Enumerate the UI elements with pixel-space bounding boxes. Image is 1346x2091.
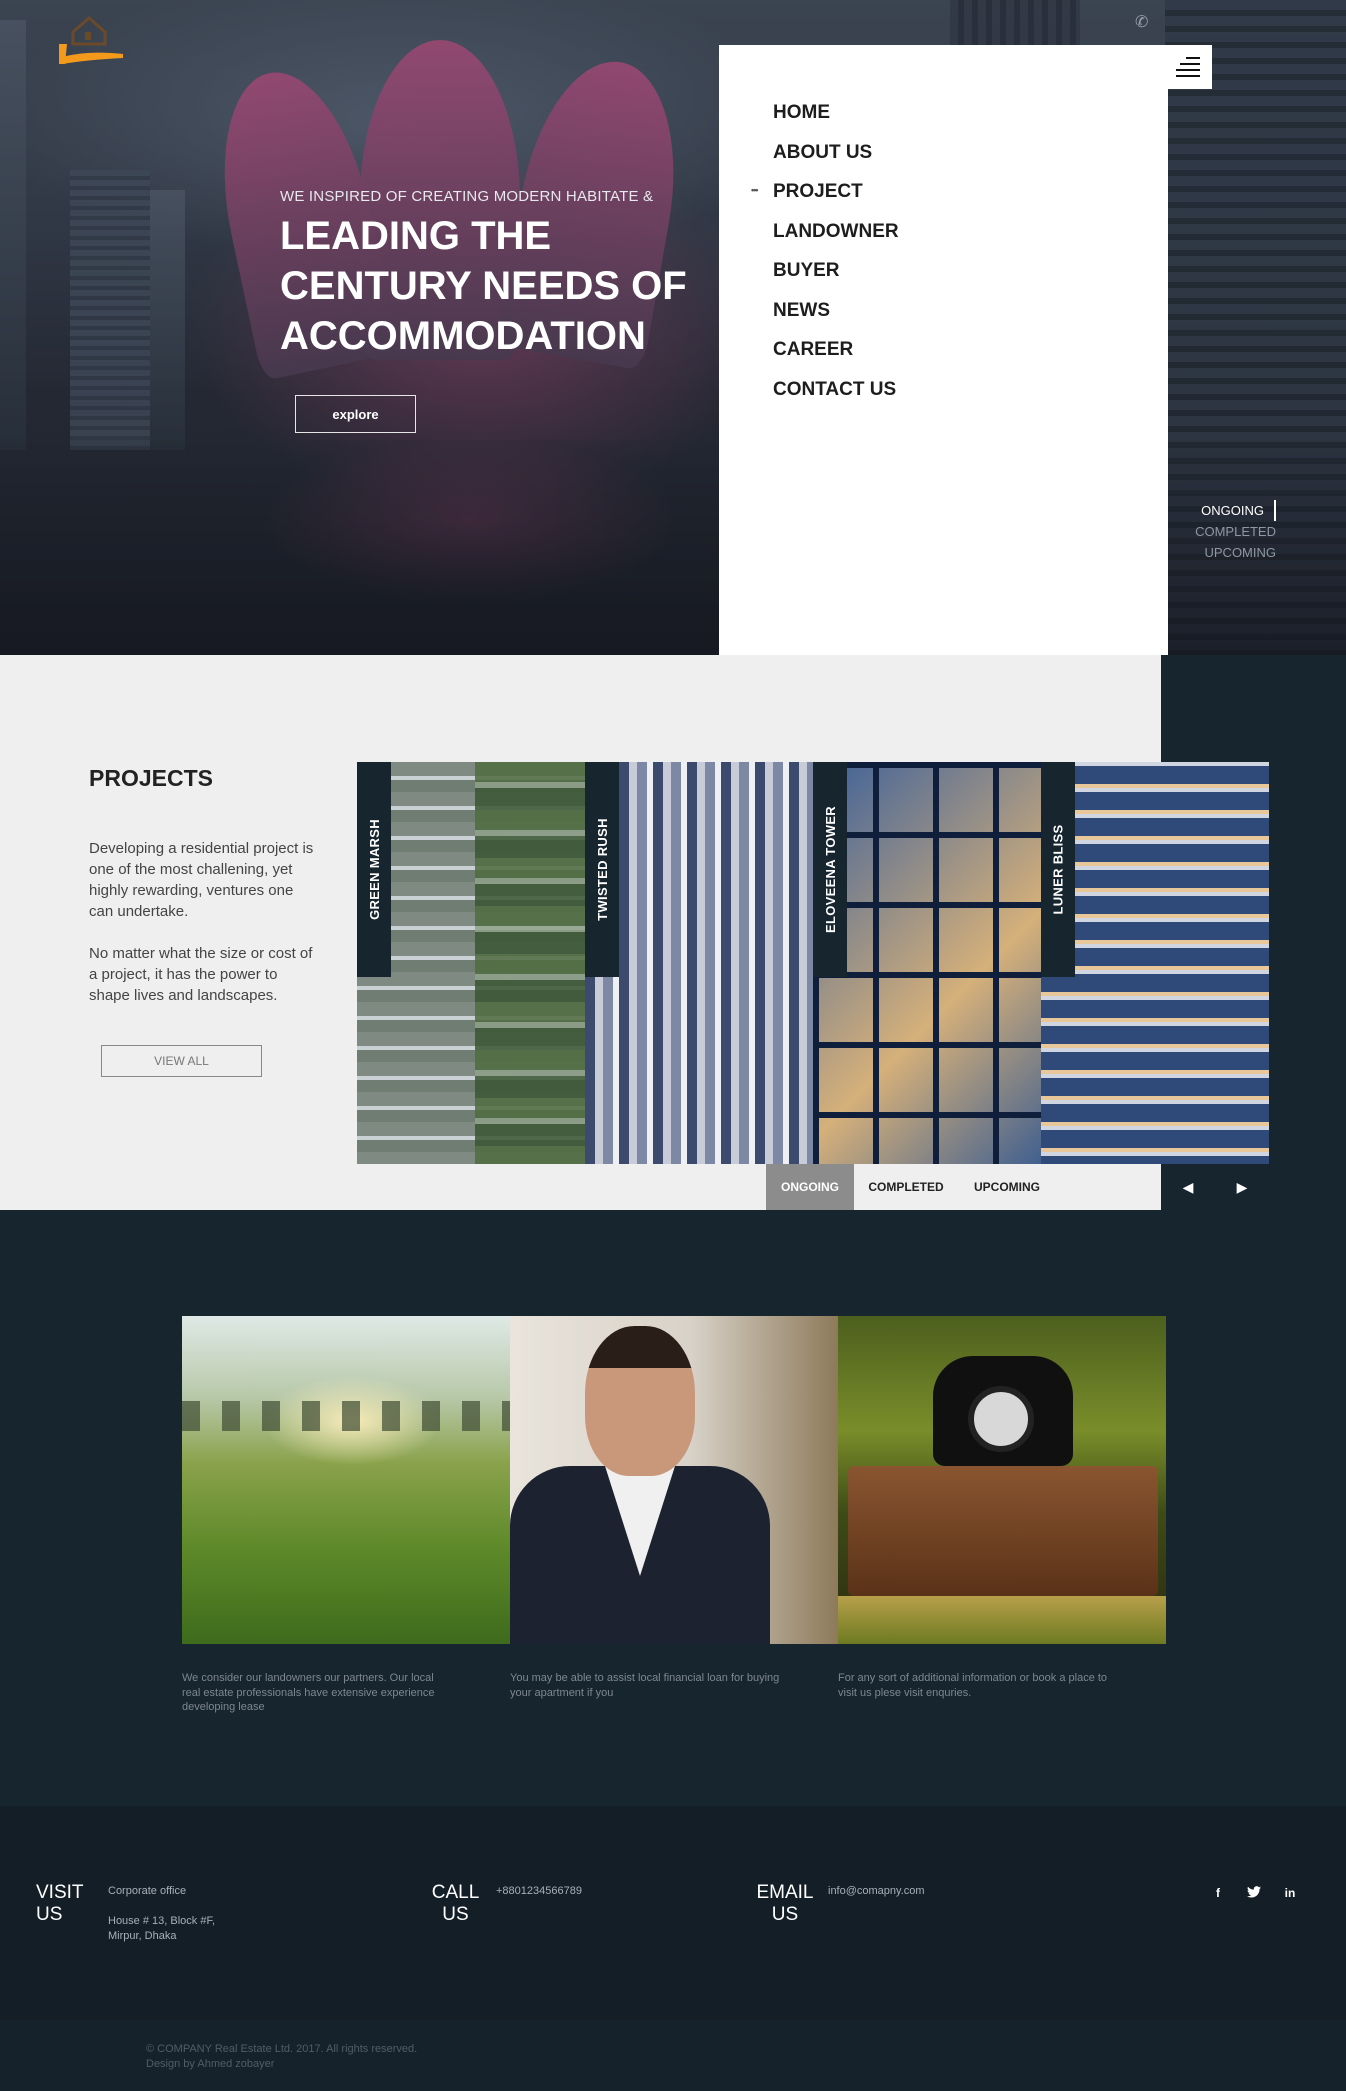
hero-title: LEADING THE CENTURY NEEDS OF ACCOMMODATI… [280, 214, 687, 358]
menu-toggle-icon[interactable] [1168, 45, 1212, 89]
project-tag: TWISTED RUSH [585, 762, 619, 977]
landowner-text: We consider our landowners our partners.… [182, 1672, 435, 1713]
menu-line [1176, 69, 1200, 71]
status-upcoming[interactable]: UPCOMING [1195, 542, 1277, 563]
nav-item-buyer[interactable]: BUYER [773, 251, 899, 291]
twitter-icon[interactable] [1244, 1886, 1264, 1901]
status-ongoing[interactable]: ONGOING [1195, 500, 1276, 521]
image-head [585, 1326, 695, 1476]
linkedin-icon[interactable]: in [1280, 1886, 1300, 1900]
project-card-luner-bliss[interactable]: LUNER BLISS [1041, 762, 1269, 1164]
explore-button[interactable]: explore [295, 395, 416, 433]
image-grass [838, 1596, 1166, 1644]
buyer-text: You may be able to assist local financia… [510, 1672, 780, 1699]
project-tag: LUNER BLISS [1041, 762, 1075, 977]
nav-item-project[interactable]: PROJECT [751, 171, 899, 212]
nav-item-contact-us[interactable]: CONTACT US [773, 370, 899, 410]
email-us-heading: EMAIL US [756, 1882, 814, 1925]
menu-line [1186, 57, 1200, 59]
project-name: LUNER BLISS [1050, 824, 1066, 915]
copyright-bar [0, 2020, 1346, 2091]
hero-status-list: ONGOING COMPLETED UPCOMING [1195, 500, 1276, 563]
footer [0, 1806, 1346, 2020]
project-tag: ELOVEENA TOWER [813, 762, 847, 977]
visit-us-heading: VISIT US [36, 1882, 84, 1925]
visit-us-address: House # 13, Block #F, Mirpur, Dhaka [108, 1915, 216, 1942]
next-arrow-icon[interactable]: ▶ [1215, 1164, 1269, 1210]
project-card-green-marsh[interactable]: GREEN MARSH [357, 762, 585, 1164]
contact-image[interactable] [838, 1316, 1166, 1644]
phone-icon[interactable]: ✆ [1135, 12, 1155, 32]
nav-item-about-us[interactable]: ABOUT US [773, 133, 899, 173]
nav-item-home[interactable]: HOME [773, 93, 899, 133]
nav-menu-list: HOME ABOUT US PROJECT LANDOWNER BUYER NE… [751, 93, 899, 410]
nav-menu-panel: HOME ABOUT US PROJECT LANDOWNER BUYER NE… [719, 45, 1168, 655]
landowner-image[interactable] [182, 1316, 510, 1644]
copyright-text: © COMPANY Real Estate Ltd. 2017. All rig… [146, 2043, 418, 2055]
hero-text: WE INSPIRED OF CREATING MODERN HABITATE … [280, 188, 740, 361]
project-tag: GREEN MARSH [357, 762, 391, 977]
hero-kicker: WE INSPIRED OF CREATING MODERN HABITATE … [280, 188, 654, 205]
projects-paragraph: Developing a residential project is one … [89, 840, 314, 920]
tab-upcoming[interactable]: UPCOMING [958, 1164, 1056, 1210]
project-name: ELOVEENA TOWER [822, 806, 838, 933]
project-name: TWISTED RUSH [594, 818, 610, 921]
designer-credit: Design by Ahmed zobayer [146, 2058, 275, 2070]
facebook-icon[interactable]: f [1208, 1886, 1228, 1900]
menu-line [1176, 75, 1200, 77]
project-slider-nav: ◀ ▶ [1161, 1164, 1269, 1210]
buyer-image[interactable] [510, 1316, 838, 1644]
project-image [475, 762, 585, 1164]
contact-text: For any sort of additional information o… [838, 1672, 1108, 1699]
call-us-heading: CALL US [431, 1882, 480, 1925]
call-us-phone[interactable]: +8801234566789 [496, 1884, 582, 1899]
project-name: GREEN MARSH [366, 819, 382, 920]
nav-item-career[interactable]: CAREER [773, 330, 899, 370]
prev-arrow-icon[interactable]: ◀ [1161, 1164, 1215, 1210]
projects-title: PROJECTS [89, 765, 213, 791]
nav-item-landowner[interactable]: LANDOWNER [773, 212, 899, 252]
menu-line [1180, 63, 1200, 65]
email-us-address[interactable]: info@comapny.com [828, 1884, 925, 1899]
project-card-twisted-rush[interactable]: TWISTED RUSH [585, 762, 813, 1164]
image-trees [182, 1401, 510, 1431]
image-dial [968, 1386, 1034, 1452]
tab-ongoing[interactable]: ONGOING [766, 1164, 854, 1210]
project-card-eloveena-tower[interactable]: ELOVEENA TOWER [813, 762, 1041, 1164]
project-tabs: ONGOING COMPLETED UPCOMING [766, 1164, 1056, 1210]
status-completed[interactable]: COMPLETED [1195, 521, 1276, 542]
company-logo[interactable] [55, 14, 125, 66]
tab-completed[interactable]: COMPLETED [854, 1164, 958, 1210]
view-all-button[interactable]: VIEW ALL [101, 1045, 262, 1077]
projects-paragraph: No matter what the size or cost of a pro… [89, 945, 313, 1004]
nav-item-news[interactable]: NEWS [773, 291, 899, 331]
visit-us-label: Corporate office [108, 1885, 187, 1897]
image-suitcase [848, 1466, 1158, 1596]
